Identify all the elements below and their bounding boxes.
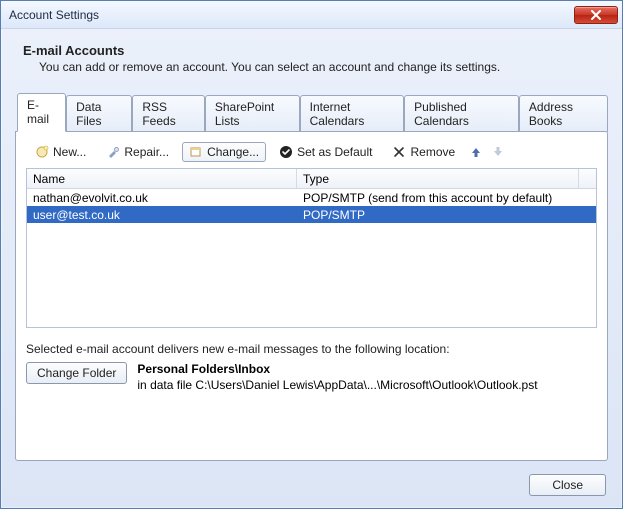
new-button[interactable]: New... bbox=[28, 142, 93, 162]
new-icon bbox=[35, 145, 49, 159]
tab-published-calendars[interactable]: Published Calendars bbox=[404, 95, 519, 132]
delivery-location: Personal Folders\Inbox bbox=[137, 362, 537, 376]
remove-label: Remove bbox=[410, 145, 455, 159]
tab-data-files[interactable]: Data Files bbox=[66, 95, 132, 132]
repair-icon bbox=[106, 145, 120, 159]
section-heading: E-mail Accounts bbox=[23, 43, 608, 58]
cell-type: POP/SMTP (send from this account by defa… bbox=[297, 191, 596, 205]
delivery-row: Change Folder Personal Folders\Inbox in … bbox=[26, 362, 597, 392]
tab-address-books[interactable]: Address Books bbox=[519, 95, 608, 132]
tab-rss-feeds[interactable]: RSS Feeds bbox=[132, 95, 205, 132]
change-button[interactable]: Change... bbox=[182, 142, 266, 162]
toolbar: New... Repair... Change... bbox=[26, 140, 597, 168]
set-default-button[interactable]: Set as Default bbox=[272, 142, 379, 162]
cell-name: user@test.co.uk bbox=[27, 208, 297, 222]
arrow-up-icon bbox=[470, 146, 482, 158]
column-header-name[interactable]: Name bbox=[27, 169, 297, 188]
check-circle-icon bbox=[279, 145, 293, 159]
list-rows: nathan@evolvit.co.uk POP/SMTP (send from… bbox=[27, 189, 596, 327]
dialog-footer: Close bbox=[529, 474, 606, 496]
tab-strip: E-mail Data Files RSS Feeds SharePoint L… bbox=[15, 92, 608, 131]
column-header-type[interactable]: Type bbox=[297, 169, 578, 188]
delivery-intro: Selected e-mail account delivers new e-m… bbox=[26, 342, 597, 356]
delivery-path: in data file C:\Users\Daniel Lewis\AppDa… bbox=[137, 378, 537, 392]
cell-name: nathan@evolvit.co.uk bbox=[27, 191, 297, 205]
change-icon bbox=[189, 145, 203, 159]
window-title: Account Settings bbox=[9, 8, 574, 22]
cell-type: POP/SMTP bbox=[297, 208, 596, 222]
move-down-button[interactable] bbox=[490, 144, 506, 160]
close-button[interactable]: Close bbox=[529, 474, 606, 496]
remove-icon bbox=[392, 145, 406, 159]
move-up-button[interactable] bbox=[468, 144, 484, 160]
tab-sharepoint-lists[interactable]: SharePoint Lists bbox=[205, 95, 300, 132]
dialog-body: E-mail Accounts You can add or remove an… bbox=[1, 29, 622, 475]
set-default-label: Set as Default bbox=[297, 145, 372, 159]
accounts-list: Name Type nathan@evolvit.co.uk POP/SMTP … bbox=[26, 168, 597, 328]
change-folder-button[interactable]: Change Folder bbox=[26, 362, 127, 384]
arrow-down-icon bbox=[492, 146, 504, 158]
table-row[interactable]: nathan@evolvit.co.uk POP/SMTP (send from… bbox=[27, 189, 596, 206]
titlebar: Account Settings bbox=[1, 1, 622, 29]
column-header-end bbox=[578, 169, 596, 188]
list-header: Name Type bbox=[27, 169, 596, 189]
delivery-text: Personal Folders\Inbox in data file C:\U… bbox=[137, 362, 537, 392]
section-subheading: You can add or remove an account. You ca… bbox=[39, 60, 608, 74]
account-settings-window: Account Settings E-mail Accounts You can… bbox=[0, 0, 623, 509]
repair-label: Repair... bbox=[124, 145, 169, 159]
tab-email[interactable]: E-mail bbox=[17, 93, 66, 132]
change-label: Change... bbox=[207, 145, 259, 159]
tab-internet-calendars[interactable]: Internet Calendars bbox=[300, 95, 405, 132]
window-close-button[interactable] bbox=[574, 6, 618, 24]
close-icon bbox=[590, 10, 602, 20]
tab-content: New... Repair... Change... bbox=[15, 131, 608, 461]
repair-button[interactable]: Repair... bbox=[99, 142, 176, 162]
new-label: New... bbox=[53, 145, 86, 159]
remove-button[interactable]: Remove bbox=[385, 142, 462, 162]
table-row[interactable]: user@test.co.uk POP/SMTP bbox=[27, 206, 596, 223]
